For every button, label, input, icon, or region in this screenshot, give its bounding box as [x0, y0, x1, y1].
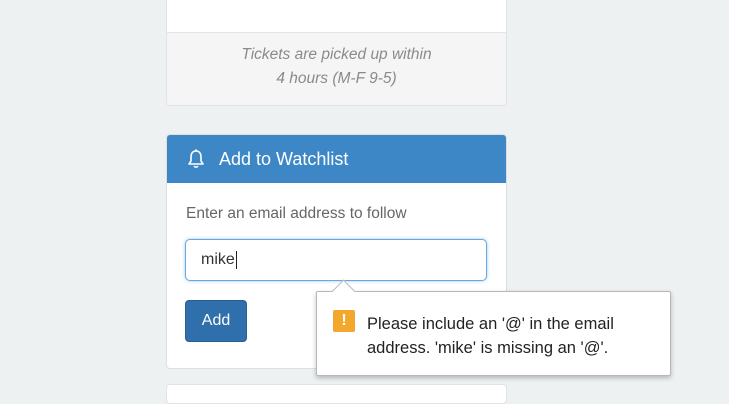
- validation-message: Please include an '@' in the email addre…: [367, 315, 614, 357]
- watchlist-title: Add to Watchlist: [219, 148, 349, 169]
- email-label: Enter an email address to follow: [186, 205, 407, 222]
- pickup-info-card: Tickets are picked up within 4 hours (M-…: [166, 0, 507, 106]
- pickup-note: Tickets are picked up within 4 hours (M-…: [167, 33, 506, 105]
- warning-icon: !: [333, 310, 355, 332]
- pickup-note-line-1: Tickets are picked up within: [241, 46, 432, 63]
- pickup-note-line-2: 4 hours (M-F 9-5): [276, 70, 397, 87]
- validation-tooltip: ! Please include an '@' in the email add…: [316, 279, 671, 376]
- add-button[interactable]: Add: [185, 300, 247, 342]
- bell-icon: [185, 148, 207, 170]
- watchlist-header: Add to Watchlist: [167, 135, 506, 183]
- next-card: [166, 384, 507, 404]
- pickup-card-body: [167, 0, 506, 33]
- email-input-value: mike: [201, 251, 235, 268]
- email-input[interactable]: mike: [185, 239, 487, 281]
- text-caret: [235, 250, 237, 269]
